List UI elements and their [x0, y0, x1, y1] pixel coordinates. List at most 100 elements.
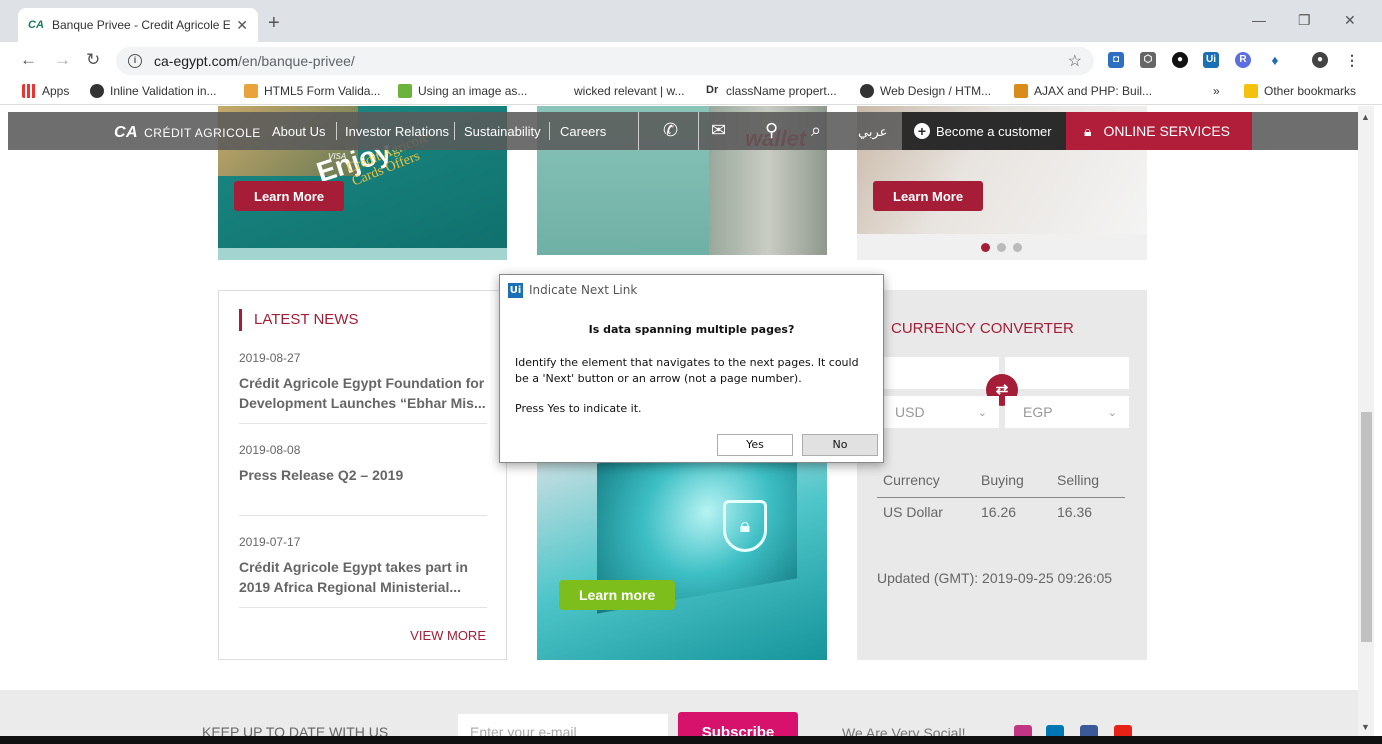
news-title[interactable]: Press Release Q2 – 2019 — [239, 465, 487, 485]
bookmark-favicon-icon — [244, 84, 258, 98]
learn-more-button[interactable]: Learn More — [234, 181, 345, 211]
credit-agricole-logo[interactable]: CA CRÉDIT AGRICOLE — [114, 124, 261, 142]
linkedin-icon[interactable] — [1046, 725, 1064, 736]
column-header-buying: Buying — [981, 472, 1024, 488]
bookmark-item[interactable]: wicked relevant | w... — [574, 84, 685, 98]
social-text: We Are Very Social! — [842, 725, 966, 736]
bookmark-item[interactable]: Web Design / HTM... — [860, 84, 991, 98]
back-icon[interactable]: ← — [20, 50, 37, 70]
menu-kebab-icon[interactable]: ⋮ — [1344, 52, 1360, 68]
site-info-icon[interactable]: i — [128, 54, 142, 68]
amount-from-input[interactable] — [877, 357, 999, 389]
news-item[interactable]: 2019-08-08 Press Release Q2 – 2019 — [239, 443, 487, 516]
bookmark-item[interactable]: Dr className propert... — [706, 84, 837, 98]
bookmark-apps[interactable]: Apps — [22, 84, 69, 98]
from-currency-select[interactable]: USD ⌄ — [877, 396, 999, 428]
lock-icon: 🔒︎ — [1084, 122, 1092, 139]
keep-up-text: KEEP UP TO DATE WITH US — [202, 724, 389, 736]
dialog-titlebar: Ui Indicate Next Link — [500, 275, 883, 305]
close-window-icon[interactable]: ✕ — [1344, 12, 1356, 29]
facebook-icon[interactable] — [1080, 725, 1098, 736]
apps-grid-icon — [22, 84, 36, 98]
news-date: 2019-08-08 — [239, 443, 301, 457]
minimize-icon[interactable]: — — [1252, 12, 1266, 28]
bookmark-item[interactable]: AJAX and PHP: Buil... — [1014, 84, 1152, 98]
mail-icon[interactable]: ✉ — [711, 120, 726, 141]
indicate-next-link-dialog: Ui Indicate Next Link Is data spanning m… — [499, 274, 884, 463]
visa-logo: VISA — [328, 152, 347, 161]
chat-extension-icon[interactable]: ● — [1172, 52, 1188, 68]
url-host: ca-egypt.com — [154, 53, 239, 69]
new-tab-icon[interactable]: + — [268, 12, 280, 35]
amount-to-input[interactable] — [1005, 357, 1129, 389]
bookmark-favicon-icon — [860, 84, 874, 98]
bookmark-item[interactable]: Using an image as... — [398, 84, 527, 98]
scrollbar-thumb[interactable] — [1361, 412, 1372, 642]
youtube-icon[interactable] — [1114, 725, 1132, 736]
bookmark-item[interactable]: HTML5 Form Valida... — [244, 84, 380, 98]
learn-more-button[interactable]: Learn more — [559, 580, 676, 610]
bookmark-favicon-icon — [1014, 84, 1028, 98]
search-icon[interactable]: ⌕ — [811, 120, 821, 141]
carousel-dot[interactable] — [997, 243, 1006, 252]
camera-extension-icon[interactable]: ◘ — [1108, 52, 1124, 68]
nav-about-us[interactable]: About Us — [272, 124, 325, 139]
other-bookmarks[interactable]: Other bookmarks — [1244, 84, 1356, 98]
learn-more-button[interactable]: Learn More — [873, 181, 984, 211]
become-customer-button[interactable]: + Become a customer — [902, 112, 1066, 150]
nav-investor-relations[interactable]: Investor Relations — [345, 124, 449, 139]
currency-converter-panel: CURRENCY CONVERTER ⇄ USD ⌄ EGP ⌄ Currency … — [857, 290, 1147, 660]
rate-buying: 16.26 — [981, 504, 1017, 520]
tab-title: Banque Privee - Credit Agricole E — [52, 18, 231, 32]
shield-extension-icon[interactable]: ⬡ — [1140, 52, 1156, 68]
dialog-title: Indicate Next Link — [529, 283, 638, 297]
news-item[interactable]: 2019-07-17 Crédit Agricole Egypt takes p… — [239, 535, 487, 608]
location-pin-icon[interactable]: ⚲ — [765, 120, 778, 141]
news-title[interactable]: Crédit Agricole Egypt takes part in 2019… — [239, 557, 487, 597]
bookmark-star-icon[interactable]: ☆ — [1068, 51, 1082, 71]
forward-icon[interactable]: → — [54, 50, 71, 70]
address-bar[interactable]: i ca-egypt.com/en/banque-privee/ ☆ — [116, 47, 1094, 75]
view-more-link[interactable]: VIEW MORE — [410, 628, 486, 643]
browser-tab[interactable]: CA Banque Privee - Credit Agricole E ✕ — [18, 8, 258, 42]
news-title[interactable]: Crédit Agricole Egypt Foundation for Dev… — [239, 373, 487, 413]
scroll-up-arrow-icon[interactable]: ▲ — [1361, 112, 1370, 122]
subscribe-button[interactable]: Subscribe — [678, 712, 798, 736]
restore-icon[interactable]: ❐ — [1298, 12, 1311, 29]
no-button[interactable]: No — [802, 434, 878, 456]
dialog-body: Identify the element that navigates to t… — [515, 356, 859, 385]
online-services-button[interactable]: 🔒︎ ONLINE SERVICES — [1066, 112, 1252, 150]
scroll-down-arrow-icon[interactable]: ▼ — [1361, 722, 1370, 732]
news-item[interactable]: 2019-08-27 Crédit Agricole Egypt Foundat… — [239, 351, 487, 424]
bookmarks-overflow[interactable]: » — [1213, 84, 1220, 98]
os-taskbar — [0, 736, 1382, 744]
carousel-dot[interactable] — [1013, 243, 1022, 252]
bookmark-favicon-icon: Dr — [706, 84, 720, 98]
rate-currency: US Dollar — [883, 504, 943, 520]
yes-button[interactable]: Yes — [717, 434, 793, 456]
bookmark-item[interactable]: Inline Validation in... — [90, 84, 217, 98]
table-divider — [877, 497, 1125, 498]
latest-news-panel: LATEST NEWS 2019-08-27 Crédit Agricole E… — [218, 290, 507, 660]
shield-lock-icon: 🔒︎ — [723, 500, 767, 552]
arabic-language-link[interactable]: عربي — [858, 124, 887, 140]
carousel-dot-active[interactable] — [981, 243, 990, 252]
updated-timestamp: Updated (GMT): 2019-09-25 09:26:05 — [877, 570, 1113, 586]
security-banner[interactable]: 🔒︎ Learn more — [537, 436, 827, 660]
to-currency-select[interactable]: EGP ⌄ — [1005, 396, 1129, 428]
profile-avatar-icon[interactable]: ● — [1312, 52, 1328, 68]
drop-extension-icon[interactable]: ♦ — [1267, 52, 1283, 68]
instagram-icon[interactable] — [1014, 725, 1032, 736]
folder-icon — [1244, 84, 1258, 98]
nav-sustainability[interactable]: Sustainability — [464, 124, 541, 139]
credit-agricole-favicon-icon: CA — [28, 19, 44, 31]
site-header: CA CRÉDIT AGRICOLE About Us Investor Rela… — [8, 112, 1358, 150]
reload-icon[interactable]: ↻ — [86, 50, 100, 70]
close-tab-icon[interactable]: ✕ — [236, 17, 248, 34]
column-header-currency: Currency — [883, 472, 940, 488]
nav-careers[interactable]: Careers — [560, 124, 606, 139]
uipath-extension-icon[interactable]: Ui — [1203, 52, 1219, 68]
phone-icon[interactable]: ✆ — [663, 120, 678, 141]
email-input[interactable]: Enter your e-mail — [458, 714, 668, 736]
r-extension-icon[interactable]: R — [1235, 52, 1251, 68]
